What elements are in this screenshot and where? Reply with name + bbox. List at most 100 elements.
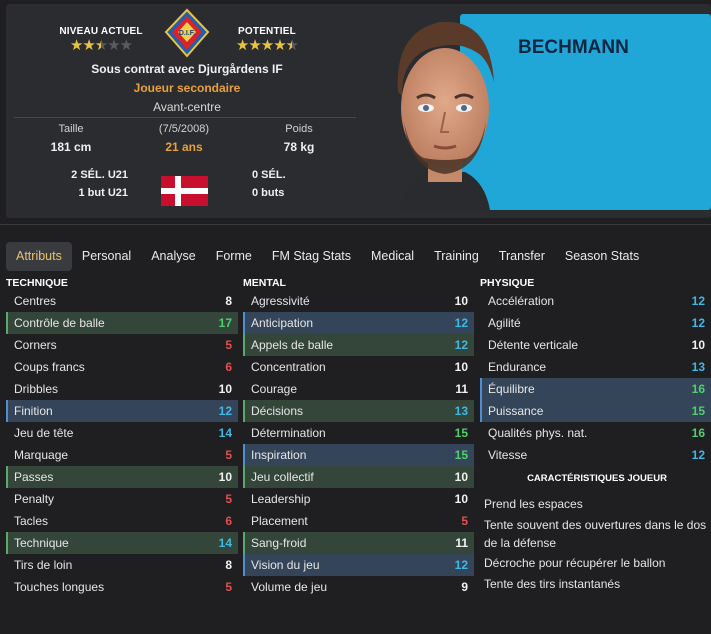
attribute-value: 15 [691,404,705,418]
attribute-value: 6 [225,514,232,528]
technique-column: TECHNIQUE Centres 8 Contrôle de balle 17 Cor… [6,276,238,598]
attribute-value: 16 [691,382,705,396]
attribute-row[interactable]: Vitesse 12 [480,444,711,466]
current-level-stars: ★★★★★ [69,37,133,54]
attribute-row[interactable]: Jeu collectif 10 [243,466,474,488]
attribute-row[interactable]: Endurance 13 [480,356,711,378]
attribute-value: 5 [225,448,232,462]
attribute-name: Jeu de tête [14,426,74,440]
attribute-row[interactable]: Détermination 15 [243,422,474,444]
attribute-name: Équilibre [488,382,535,396]
attribute-name: Endurance [488,360,547,374]
u21-record: 2 SÉL. U21 1 but U21 [46,166,128,202]
attribute-name: Sang-froid [251,536,307,550]
tab-forme[interactable]: Forme [206,242,262,271]
club-crest-logo[interactable]: D.I.F. [164,8,210,58]
attribute-row[interactable]: Jeu de tête 14 [6,422,238,444]
attribute-row[interactable]: Centres 8 [6,290,238,312]
tab-training[interactable]: Training [424,242,489,271]
current-level-label: NIVEAU ACTUEL [59,26,143,37]
attribute-value: 16 [691,426,705,440]
attribute-name: Inspiration [251,448,307,462]
attribute-name: Décisions [251,404,304,418]
current-level-block: NIVEAU ACTUEL ★★★★★ [46,26,156,55]
attribute-row[interactable]: Appels de balle 12 [243,334,474,356]
denmark-flag-icon[interactable] [161,176,208,206]
attribute-name: Jeu collectif [251,470,314,484]
attribute-row[interactable]: Vision du jeu 12 [243,554,474,576]
u21-caps: 2 SÉL. U21 [71,169,128,181]
potential-stars: ★★★★★ [235,37,299,54]
tab-personal[interactable]: Personal [72,242,141,271]
age-value: 21 ans [165,140,203,154]
tab-season-stats[interactable]: Season Stats [555,242,649,271]
senior-goals: 0 buts [252,187,285,199]
attribute-row[interactable]: Qualités phys. nat. 16 [480,422,711,444]
attribute-row[interactable]: Penalty 5 [6,488,238,510]
attribute-row[interactable]: Décisions 13 [243,400,474,422]
tab-attributs[interactable]: Attributs [6,242,72,271]
attribute-row[interactable]: Marquage 5 [6,444,238,466]
potential-label: POTENTIEL [238,26,296,37]
attribute-value: 12 [691,316,705,330]
attribute-row[interactable]: Anticipation 12 [243,312,474,334]
attribute-name: Courage [251,382,298,396]
traits-title: CARACTÉRISTIQUES JOUEUR [527,473,667,484]
attribute-row[interactable]: Leadership 10 [243,488,474,510]
weight-label: Poids [285,123,313,135]
attribute-name: Corners [14,338,57,352]
attribute-name: Vision du jeu [251,558,320,572]
attribute-value: 14 [218,426,232,440]
attribute-row[interactable]: Coups francs 6 [6,356,238,378]
attribute-row[interactable]: Volume de jeu 9 [243,576,474,598]
attribute-name: Vitesse [488,448,528,462]
tab-analyse[interactable]: Analyse [141,242,205,271]
attribute-name: Marquage [14,448,69,462]
attribute-row[interactable]: Corners 5 [6,334,238,356]
attribute-row[interactable]: Placement 5 [243,510,474,532]
attribute-row[interactable]: Tacles 6 [6,510,238,532]
attribute-row[interactable]: Tirs de loin 8 [6,554,238,576]
tab-fm-stag-stats[interactable]: FM Stag Stats [262,242,361,271]
attribute-row[interactable]: Puissance 15 [480,400,711,422]
attribute-row[interactable]: Technique 14 [6,532,238,554]
attribute-value: 6 [225,360,232,374]
height-stat: Taille 181 cm [16,123,126,154]
attribute-row[interactable]: Dribbles 10 [6,378,238,400]
attribute-row[interactable]: Sang-froid 11 [243,532,474,554]
attribute-name: Appels de balle [251,338,334,352]
attribute-value: 9 [461,580,468,594]
attribute-row[interactable]: Inspiration 15 [243,444,474,466]
attribute-row[interactable]: Touches longues 5 [6,576,238,598]
attribute-value: 5 [225,492,232,506]
attribute-value: 17 [218,316,232,330]
tab-transfer[interactable]: Transfer [489,242,555,271]
attribute-value: 15 [454,448,468,462]
attribute-value: 13 [691,360,705,374]
player-name: BECHMANN [518,37,629,58]
attribute-row[interactable]: Agilité 12 [480,312,711,334]
attribute-row[interactable]: Contrôle de balle 17 [6,312,238,334]
attribute-row[interactable]: Équilibre 16 [480,378,711,400]
attribute-name: Touches longues [14,580,105,594]
attribute-value: 12 [454,338,468,352]
attribute-name: Tacles [14,514,49,528]
attribute-row[interactable]: Accélération 12 [480,290,711,312]
attribute-name: Dribbles [14,382,59,396]
age-stat: (7/5/2008) 21 ans [129,123,239,154]
contract-text[interactable]: Sous contrat avec Djurgårdens IF [12,62,362,76]
attribute-value: 10 [454,294,468,308]
attribute-name: Leadership [251,492,311,506]
attribute-name: Penalty [14,492,55,506]
attribute-row[interactable]: Passes 10 [6,466,238,488]
attribute-value: 8 [225,558,232,572]
attribute-row[interactable]: Finition 12 [6,400,238,422]
attribute-row[interactable]: Concentration 10 [243,356,474,378]
tab-medical[interactable]: Medical [361,242,424,271]
attribute-row[interactable]: Courage 11 [243,378,474,400]
attribute-row[interactable]: Détente verticale 10 [480,334,711,356]
attribute-row[interactable]: Agressivité 10 [243,290,474,312]
weight-value: 78 kg [283,140,315,154]
dob-label: (7/5/2008) [158,123,210,135]
squad-role: Joueur secondaire [133,81,241,95]
